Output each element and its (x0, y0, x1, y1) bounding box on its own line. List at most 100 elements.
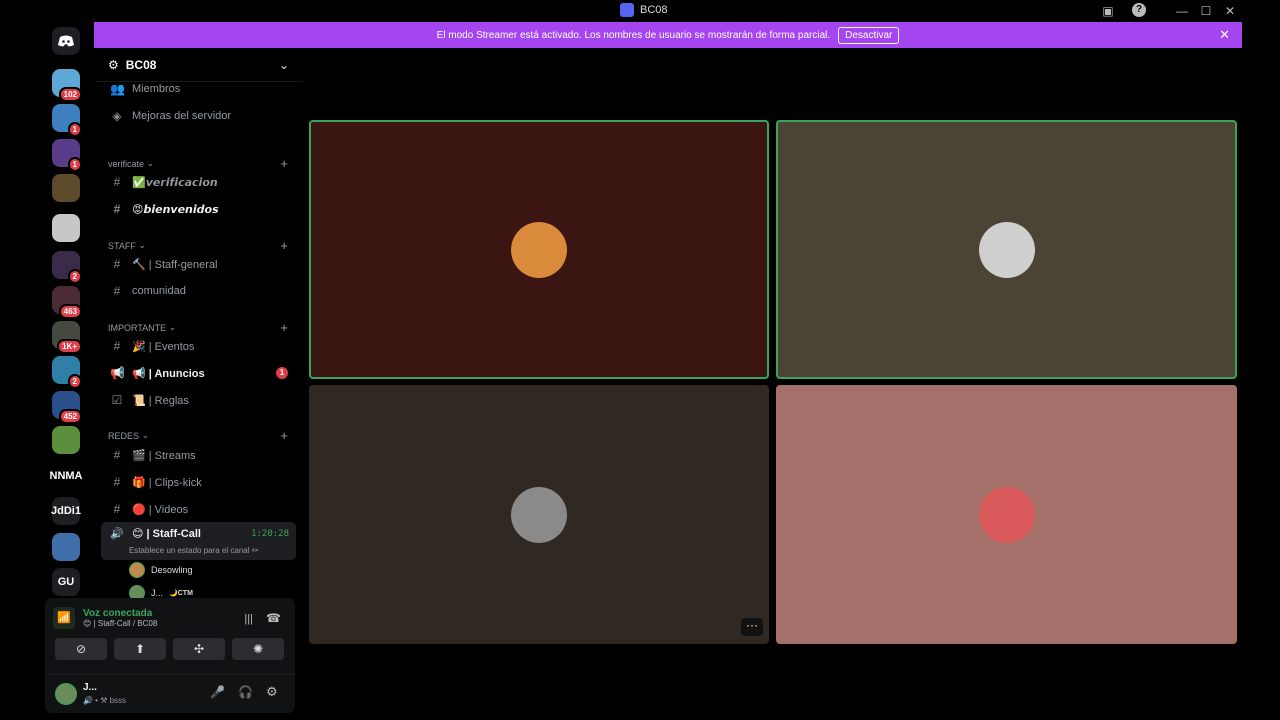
signal-icon[interactable]: 📶 (53, 607, 75, 629)
hash-icon: # (113, 448, 121, 462)
add-channel-icon[interactable]: + (280, 238, 288, 253)
deactivate-button[interactable]: Desactivar (838, 26, 900, 44)
server-label: JdDi1 (51, 505, 81, 517)
maximize-button[interactable]: ☐ (1198, 3, 1214, 19)
server-icon[interactable] (52, 426, 80, 454)
channel-clips-kick[interactable]: # 🎁 | Clips-kick (101, 470, 296, 494)
members-label: Miembros (132, 83, 181, 95)
window-close-button[interactable]: ✕ (1222, 3, 1238, 19)
title-bar: BC08 ▣ ? — ☐ ✕ (0, 0, 1280, 22)
user-bar: J... 🔊 • ⚒ bsss 🎤 🎧 ⚙ (45, 674, 295, 713)
video-grid: ··· (302, 48, 1280, 720)
noise-suppression-icon[interactable]: ||| (244, 613, 253, 625)
headphones-icon[interactable]: 🎧 (238, 685, 253, 699)
video-tile[interactable]: ··· (309, 385, 769, 644)
server-icon[interactable] (52, 174, 80, 202)
channel-videos[interactable]: # 🔴 | Videos (101, 497, 296, 521)
server-icon[interactable] (52, 214, 80, 242)
help-icon[interactable]: ? (1132, 3, 1146, 17)
server-label: GU (57, 576, 75, 588)
user-avatar[interactable] (55, 683, 77, 705)
camera-button[interactable]: ⊘ (55, 638, 107, 660)
user-name[interactable]: J... (83, 682, 97, 693)
call-timer: 1:20:28 (251, 529, 289, 539)
server-icon[interactable]: NNMA (50, 462, 83, 490)
server-icon[interactable]: 102 (52, 69, 82, 102)
mention-badge: 2 (67, 374, 82, 389)
add-channel-icon[interactable]: + (280, 428, 288, 443)
server-icon[interactable]: 1 (52, 139, 82, 172)
category-label: verificate (108, 158, 145, 169)
category-label: IMPORTANTE (108, 322, 167, 333)
video-tile[interactable] (776, 120, 1237, 379)
voice-panel: 📶 Voz conectada 😊 | Staff-Call / BC08 ||… (45, 598, 295, 713)
category-redes[interactable]: REDES ⌄ + (108, 428, 288, 443)
category-importante[interactable]: IMPORTANTE ⌄ + (108, 320, 288, 335)
server-icon[interactable]: 452 (52, 391, 82, 424)
category-staff[interactable]: STAFF ⌄ + (108, 238, 288, 253)
channel-staff-general[interactable]: # 🔨 | Staff-general (101, 252, 296, 276)
mention-badge: 463 (58, 304, 82, 319)
screen-share-button[interactable]: ⬆ (114, 638, 166, 660)
channel-comunidad[interactable]: # comunidad (101, 279, 296, 303)
camera-off-icon: ⊘ (75, 642, 87, 656)
server-icon[interactable]: 2 (52, 356, 82, 389)
server-icon[interactable]: 2 (52, 251, 82, 284)
channel-label: 📢 | Anuncios (132, 367, 205, 380)
server-icon[interactable]: 1K+ (52, 321, 82, 354)
mention-badge: 452 (58, 409, 82, 424)
screen-share-icon[interactable]: ▣ (1100, 3, 1116, 19)
channel-label: ✅𝙫𝙚𝙧𝙞𝙛𝙞𝙘𝙖𝙘𝙞𝙤𝙣 (132, 176, 218, 189)
server-icon[interactable] (52, 533, 80, 561)
server-icon[interactable]: JdDi1 (51, 497, 81, 525)
soundboard-button[interactable]: ✺ (232, 638, 284, 660)
participant-avatar (978, 221, 1035, 278)
channel-label: 🎬 | Streams (132, 449, 196, 462)
user-tag: 🌙CTM (169, 590, 193, 597)
participant-avatar (511, 221, 567, 278)
server-logo-icon (620, 3, 634, 17)
boosts-item[interactable]: ◈ Mejoras del servidor (101, 104, 296, 128)
voice-status[interactable]: Voz conectada (83, 608, 157, 619)
video-tile[interactable] (309, 120, 769, 379)
voice-connection: 📶 Voz conectada 😊 | Staff-Call / BC08 (53, 607, 157, 629)
channel-label: 🎁 | Clips-kick (132, 476, 202, 489)
channel-bienvenidos[interactable]: # 😡𝙗𝙞𝙚𝙣𝙫𝙚𝙣𝙞𝙙𝙤𝙨 (101, 197, 296, 221)
server-icon[interactable]: GU (52, 568, 80, 596)
category-label: REDES (108, 430, 140, 441)
hash-icon: # (113, 284, 121, 298)
unread-badge: 1 (276, 367, 288, 379)
channel-anuncios[interactable]: 📢 📢 | Anuncios 1 (101, 361, 296, 385)
close-icon[interactable]: ✕ (1219, 27, 1230, 43)
video-tile[interactable] (776, 385, 1237, 644)
banner-text: El modo Streamer está activado. Los nomb… (436, 29, 831, 41)
channel-label: 🎉 | Eventos (132, 340, 195, 353)
activities-button[interactable]: ✣ (173, 638, 225, 660)
add-channel-icon[interactable]: + (280, 156, 288, 171)
channel-streams[interactable]: # 🎬 | Streams (101, 443, 296, 467)
channel-verificacion[interactable]: # ✅𝙫𝙚𝙧𝙞𝙛𝙞𝙘𝙖𝙘𝙞𝙤𝙣 (101, 170, 296, 194)
channel-eventos[interactable]: # 🎉 | Eventos (101, 334, 296, 358)
mention-badge: 1 (67, 122, 82, 137)
category-label: STAFF (108, 240, 136, 251)
minimize-button[interactable]: — (1174, 3, 1190, 19)
mention-badge: 1K+ (57, 339, 82, 354)
members-item[interactable]: 👥 Miembros (101, 77, 296, 101)
server-icon[interactable]: 1 (52, 104, 82, 137)
voice-channel-staff-call[interactable]: 🔊 😊 | Staff-Call 1:20:28 Establece un es… (101, 522, 296, 560)
gear-icon[interactable]: ⚙ (266, 684, 278, 700)
disconnect-icon[interactable]: ☎ (266, 611, 281, 625)
voice-channel-path[interactable]: 😊 | Staff-Call / BC08 (83, 619, 157, 628)
more-icon[interactable]: ··· (741, 618, 763, 636)
mention-badge: 2 (67, 269, 82, 284)
hash-icon: # (113, 175, 121, 189)
category-verificate[interactable]: verificate ⌄ + (108, 156, 288, 171)
hash-icon: # (113, 502, 121, 516)
channel-reglas[interactable]: ☑ 📜 | Reglas (101, 388, 296, 412)
add-channel-icon[interactable]: + (280, 320, 288, 335)
discord-home-icon[interactable] (52, 27, 80, 55)
microphone-icon[interactable]: 🎤 (210, 685, 225, 699)
channel-status-hint[interactable]: Establece un estado para el canal ✏ (129, 546, 258, 555)
voice-user[interactable]: Desowling (129, 560, 193, 580)
server-icon[interactable]: 463 (52, 286, 82, 319)
